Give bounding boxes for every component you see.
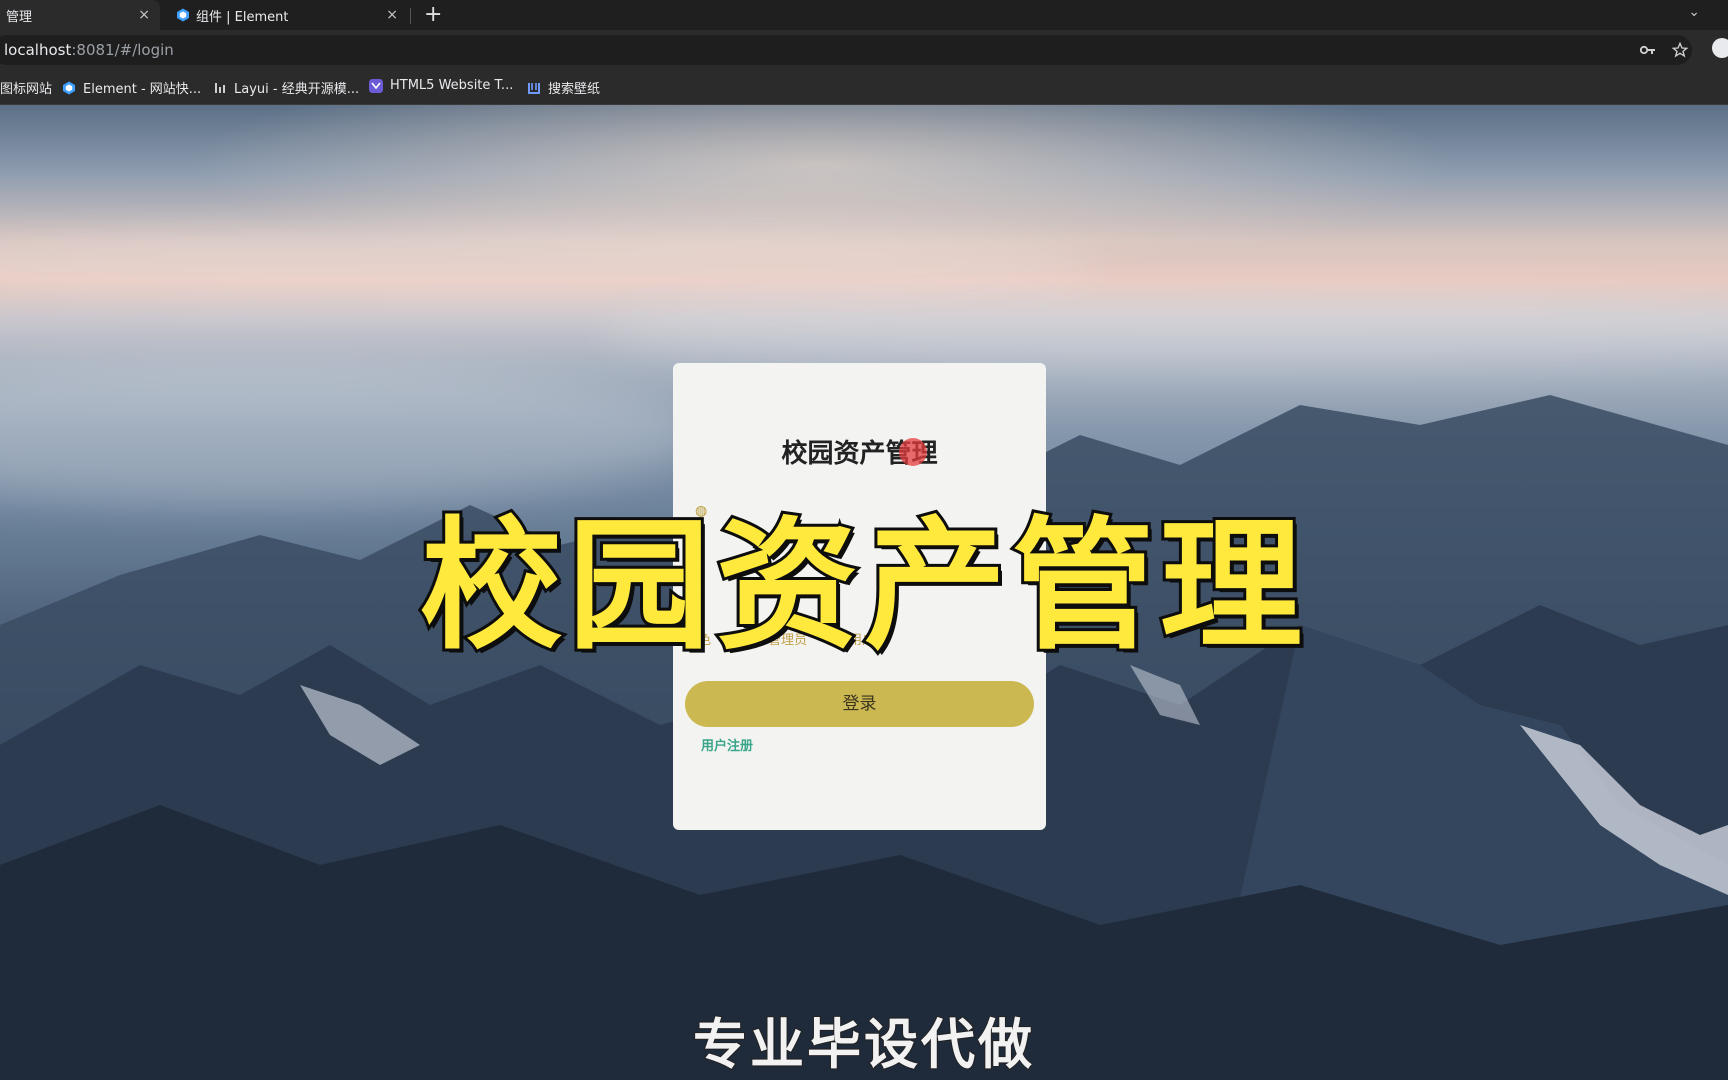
chevron-down-icon[interactable]: ⌄ bbox=[1688, 4, 1700, 20]
login-title: 校园资产管理 bbox=[781, 439, 938, 469]
bookmark-label: 图标网站 bbox=[0, 82, 53, 97]
new-tab-button[interactable]: + bbox=[424, 2, 442, 28]
close-icon[interactable]: × bbox=[386, 7, 398, 23]
register-link[interactable]: 用户注册 bbox=[701, 735, 753, 754]
bookmark-label: HTML5 Website T... bbox=[390, 78, 514, 93]
bookmark-label: Layui - 经典开源模... bbox=[234, 82, 360, 97]
key-icon[interactable] bbox=[1640, 44, 1656, 56]
layui-icon bbox=[215, 82, 225, 93]
login-button[interactable]: 登录 bbox=[685, 681, 1034, 727]
star-icon[interactable] bbox=[1672, 42, 1688, 58]
bookmark-label: Element - 网站快... bbox=[83, 82, 202, 97]
wallpaper-icon bbox=[528, 82, 540, 94]
bookmark-label: 搜索壁纸 bbox=[548, 82, 601, 97]
tab-bar: 管理 × 组件 | Element × + ⌄ bbox=[0, 0, 1728, 30]
tab-element[interactable]: 组件 | Element × bbox=[164, 0, 408, 30]
html5-icon bbox=[369, 78, 383, 93]
url-host: localhost bbox=[4, 41, 72, 59]
overlay-headline: 校园资产管理 bbox=[417, 501, 1308, 672]
overlay-subtitle: 专业毕设代做 bbox=[692, 1012, 1035, 1077]
bookmark-item[interactable]: 图标网站 bbox=[0, 78, 52, 97]
element-icon bbox=[177, 8, 189, 22]
bookmark-item[interactable]: 搜索壁纸 bbox=[527, 78, 600, 97]
bookmark-item[interactable]: Element - 网站快... bbox=[62, 78, 201, 97]
url-input[interactable]: localhost:8081/#/login bbox=[0, 35, 1692, 65]
tab-title: 管理 bbox=[6, 9, 33, 25]
bookmark-item[interactable]: Layui - 经典开源模... bbox=[213, 78, 359, 97]
tab-title: 组件 | Element bbox=[196, 9, 289, 25]
mouse-cursor-highlight bbox=[899, 438, 927, 466]
element-icon bbox=[63, 81, 75, 94]
bookmark-item[interactable]: HTML5 Website T... bbox=[369, 78, 513, 93]
url-path: :8081/#/login bbox=[71, 41, 174, 59]
close-icon[interactable]: × bbox=[138, 7, 150, 23]
tab-active[interactable]: 管理 × bbox=[0, 0, 160, 30]
address-bar: localhost:8081/#/login bbox=[0, 30, 1728, 70]
bookmarks-bar: 图标网站 Element - 网站快... Layui - 经典开源模... H… bbox=[0, 70, 1728, 105]
profile-avatar[interactable] bbox=[1712, 38, 1728, 58]
tab-separator bbox=[410, 8, 411, 24]
url-text: localhost:8081/#/login bbox=[4, 41, 174, 59]
